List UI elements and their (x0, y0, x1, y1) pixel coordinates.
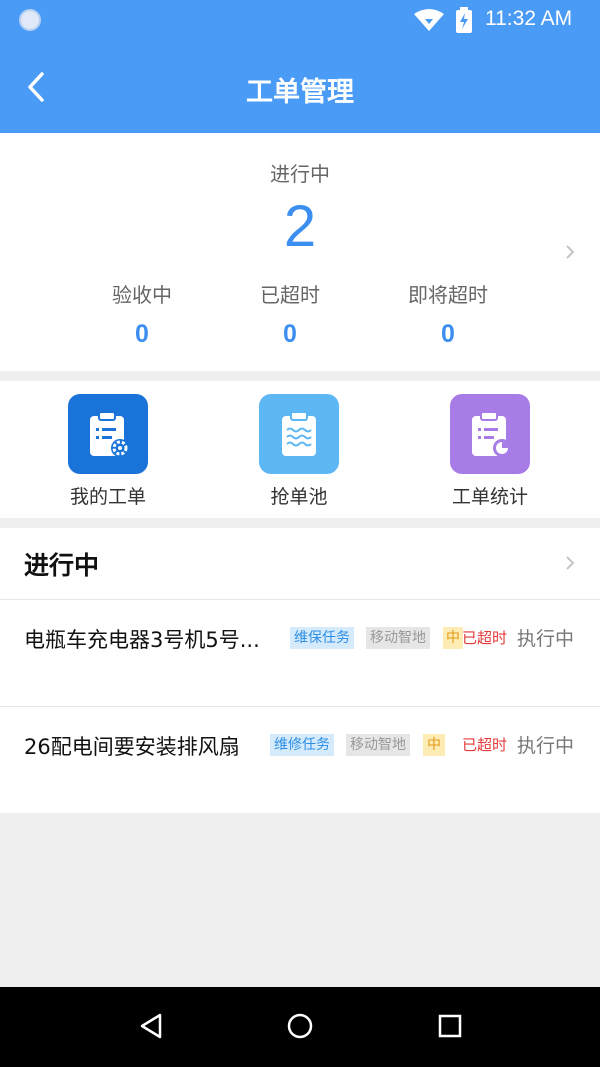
type-tag: 维保任务 (290, 627, 354, 649)
action-label: 工单统计 (451, 486, 528, 508)
org-tag: 移动智地 (366, 627, 430, 649)
org-tag: 移动智地 (346, 734, 410, 756)
wifi-icon (414, 9, 444, 31)
chevron-right-icon[interactable] (564, 554, 576, 572)
app-header: 工单管理 (0, 40, 600, 133)
chevron-right-icon (566, 245, 575, 259)
in-progress-count: 2 (283, 194, 317, 259)
stat-value: 0 (135, 320, 149, 348)
list-item[interactable]: 电瓶车充电器3号机5号... 维保任务 移动智地 中 已超时 执行中 (0, 600, 600, 706)
action-label: 抢单池 (270, 486, 328, 508)
type-tag: 维修任务 (270, 734, 334, 756)
stat-near-overdue[interactable]: 即将超时 0 (368, 279, 528, 349)
order-name: 电瓶车充电器3号机5号... (24, 628, 260, 652)
stat-value: 0 (441, 320, 455, 348)
notification-dot-icon (19, 9, 41, 31)
stat-label: 即将超时 (408, 283, 488, 307)
nav-recents-icon[interactable] (438, 1014, 462, 1038)
stat-label: 验收中 (112, 283, 172, 307)
clipboard-chart-icon (450, 394, 530, 474)
order-status: 执行中 (517, 628, 575, 650)
battery-charging-icon (456, 7, 472, 33)
clipboard-gear-icon (68, 394, 148, 474)
my-orders-button[interactable]: 我的工单 (28, 394, 188, 509)
priority-tag: 中 (443, 627, 463, 649)
in-progress-label: 进行中 (270, 162, 330, 186)
status-bar: 11:32 AM (0, 0, 600, 40)
status-time: 11:32 AM (485, 7, 573, 30)
clipboard-waves-icon (259, 394, 339, 474)
quick-actions: 我的工单 抢单池 工单统计 (0, 381, 600, 518)
overdue-label: 已超时 (462, 736, 508, 754)
order-pool-button[interactable]: 抢单池 (219, 394, 379, 509)
order-stats-button[interactable]: 工单统计 (410, 394, 570, 509)
stat-value: 0 (283, 320, 297, 348)
priority-tag: 中 (423, 734, 445, 756)
nav-back-icon[interactable] (138, 1012, 164, 1040)
summary-panel[interactable]: 进行中 2 验收中 0 已超时 0 即将超时 0 (0, 133, 600, 371)
list-item[interactable]: 26配电间要安装排风扇 维修任务 移动智地 中 已超时 执行中 (0, 707, 600, 813)
order-name: 26配电间要安装排风扇 (24, 735, 240, 759)
in-progress-list: 进行中 电瓶车充电器3号机5号... 维保任务 移动智地 中 已超时 执行中 2… (0, 528, 600, 813)
list-title[interactable]: 进行中 (24, 546, 99, 582)
stat-label: 已超时 (260, 283, 320, 307)
stat-overdue[interactable]: 已超时 0 (210, 279, 370, 349)
overdue-label: 已超时 (462, 629, 508, 647)
page-title: 工单管理 (246, 77, 354, 108)
stat-accepting[interactable]: 验收中 0 (62, 279, 222, 349)
order-status: 执行中 (517, 735, 575, 757)
nav-home-icon[interactable] (286, 1012, 314, 1040)
system-nav-bar (0, 987, 600, 1067)
action-label: 我的工单 (69, 486, 146, 508)
